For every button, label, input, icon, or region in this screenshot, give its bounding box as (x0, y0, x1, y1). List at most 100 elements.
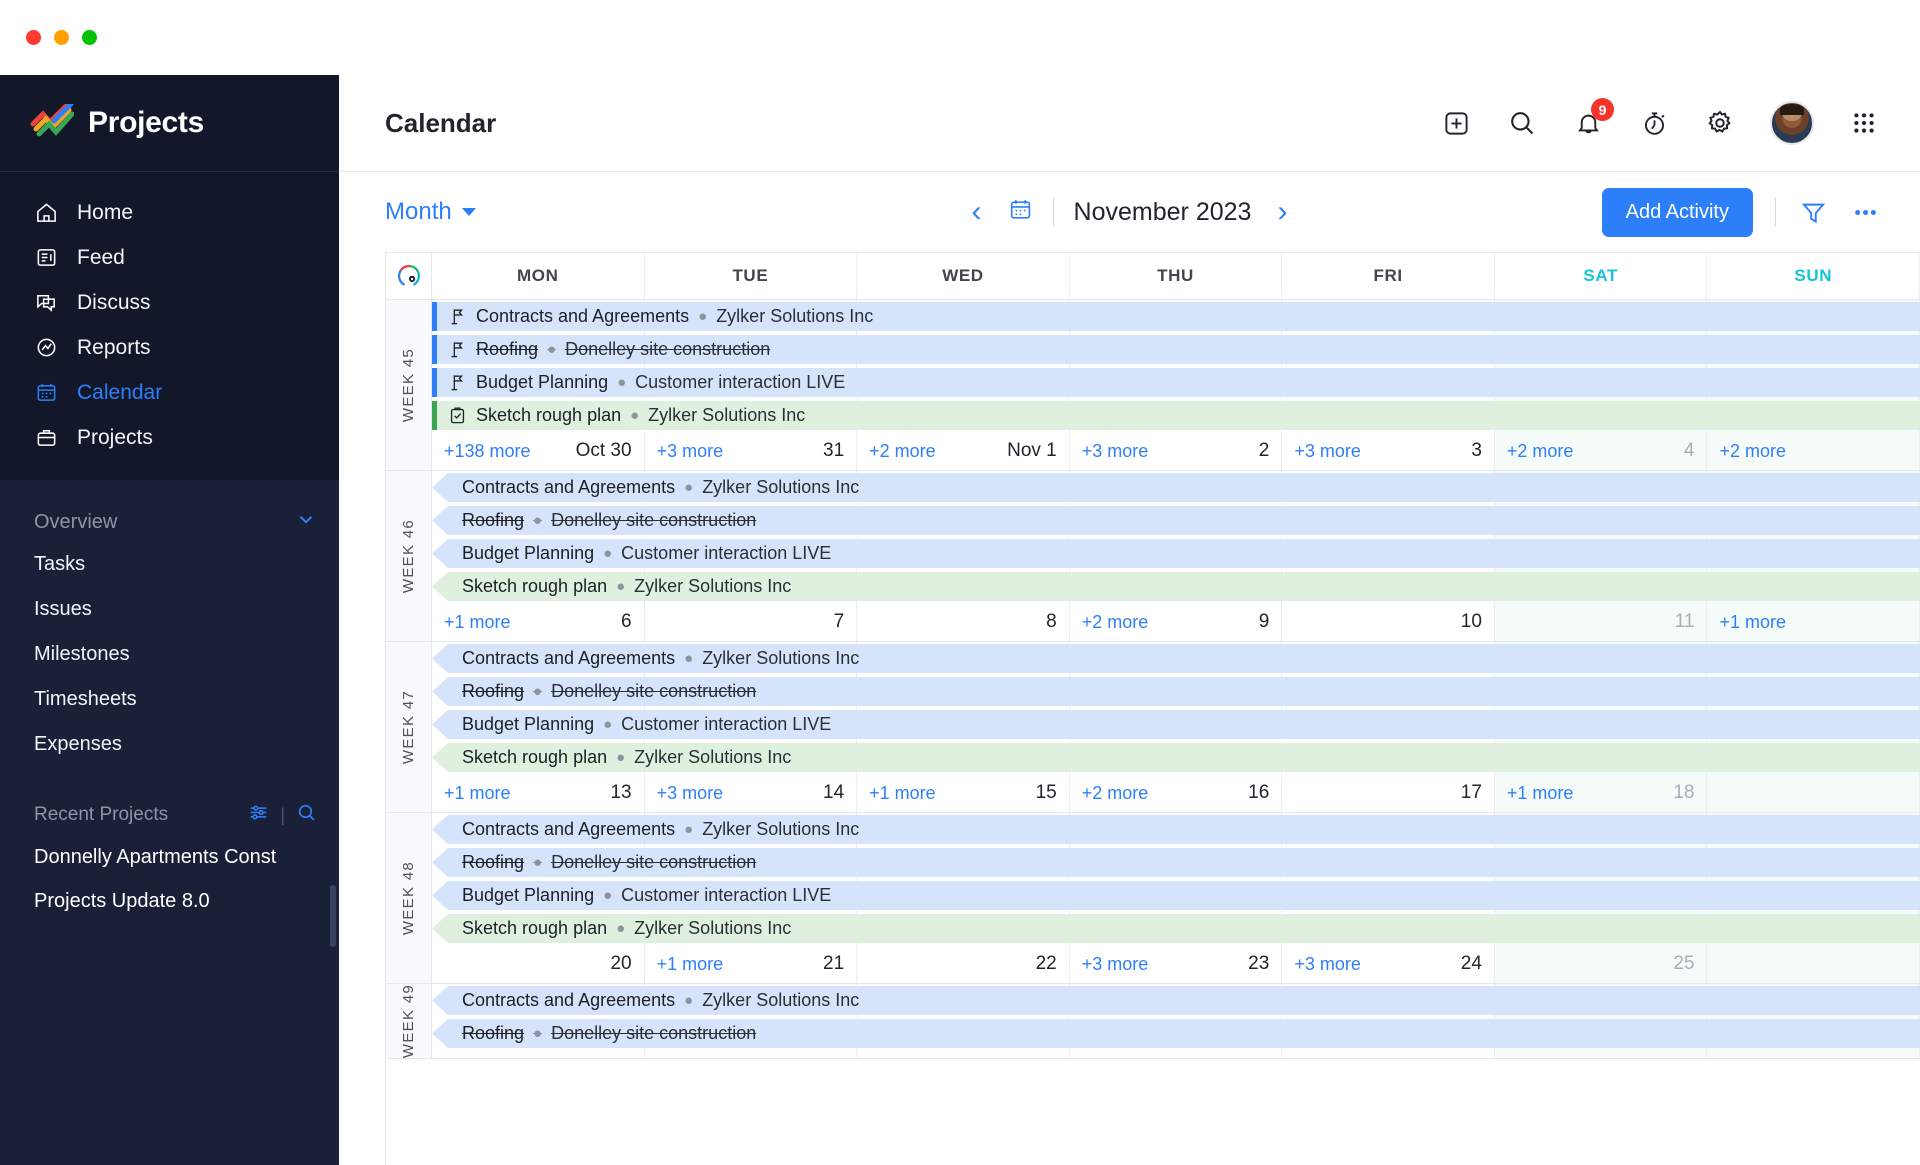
day-cell[interactable]: +3 more 3 (1282, 432, 1495, 470)
previous-period-button[interactable]: ‹ (966, 197, 988, 227)
more-events-link[interactable]: +138 more (444, 441, 531, 462)
recent-project-item[interactable]: Donnelly Apartments Const (0, 835, 339, 879)
day-cell[interactable]: +3 more 14 (645, 774, 858, 812)
filter-icon[interactable] (1798, 197, 1828, 227)
sidebar-item-projects[interactable]: Projects (0, 415, 339, 460)
day-cell[interactable]: +138 more Oct 30 (432, 432, 645, 470)
day-cell[interactable]: +2 more (1707, 432, 1920, 470)
sidebar-item-issues[interactable]: Issues (0, 587, 339, 632)
filter-settings-icon[interactable] (248, 802, 269, 829)
day-cell[interactable] (1707, 945, 1920, 983)
day-cell[interactable]: +1 more 18 (1494, 774, 1708, 812)
next-period-button[interactable]: › (1271, 197, 1293, 227)
sidebar-item-milestones[interactable]: Milestones (0, 632, 339, 677)
more-events-link[interactable]: +1 more (444, 612, 511, 633)
calendar-event-bar[interactable]: Contracts and Agreements ● Zylker Solution… (432, 302, 1920, 331)
day-cell[interactable] (1707, 774, 1920, 812)
more-events-link[interactable]: +3 more (1082, 954, 1149, 975)
more-events-link[interactable]: +3 more (1294, 954, 1361, 975)
sidebar-item-feed[interactable]: Feed (0, 235, 339, 280)
window-close-button[interactable] (26, 30, 41, 45)
settings-icon[interactable] (1704, 107, 1736, 139)
day-cell[interactable]: +2 more 4 (1494, 432, 1708, 470)
calendar-event-bar[interactable]: Contracts and Agreements ● Zylker Solution… (432, 986, 1920, 1015)
day-cell[interactable]: 10 (1282, 603, 1495, 641)
sidebar-scrollbar[interactable] (330, 885, 336, 947)
avatar[interactable] (1770, 101, 1814, 145)
calendar-event-bar[interactable]: Budget Planning ● Customer interaction LIV… (432, 539, 1920, 568)
more-events-link[interactable]: +1 more (869, 783, 936, 804)
calendar-event-bar[interactable]: Budget Planning ● Customer interaction LIV… (432, 881, 1920, 910)
more-events-link[interactable]: +1 more (1507, 783, 1574, 804)
sidebar-item-tasks[interactable]: Tasks (0, 542, 339, 587)
more-events-link[interactable]: +1 more (657, 954, 724, 975)
day-cell[interactable]: +1 more 6 (432, 603, 645, 641)
day-cell[interactable]: 8 (857, 603, 1070, 641)
day-cell[interactable]: 17 (1282, 774, 1495, 812)
calendar-event-bar[interactable]: Contracts and Agreements ● Zylker Solution… (432, 644, 1920, 673)
more-events-link[interactable]: +2 more (869, 441, 936, 462)
more-events-link[interactable]: +3 more (1082, 441, 1149, 462)
day-cell[interactable]: +1 more (1707, 603, 1920, 641)
window-minimize-button[interactable] (54, 30, 69, 45)
calendar-event-bar[interactable]: Sketch rough plan ● Zylker Solutions Inc (432, 743, 1920, 772)
day-cell[interactable]: 20 (432, 945, 645, 983)
more-events-link[interactable]: +2 more (1082, 783, 1149, 804)
calendar-event-bar[interactable]: Sketch rough plan ● Zylker Solutions Inc (432, 572, 1920, 601)
sidebar-item-calendar[interactable]: Calendar (0, 370, 339, 415)
day-cell[interactable]: +3 more 2 (1070, 432, 1283, 470)
day-cell[interactable]: +3 more 31 (645, 432, 858, 470)
calendar-event-bar[interactable]: Roofing ● Donelley site construction (432, 1019, 1920, 1048)
day-cell[interactable]: 22 (857, 945, 1070, 983)
calendar-event-bar[interactable]: Roofing ● Donelley site construction (432, 848, 1920, 877)
sidebar-item-discuss[interactable]: Discuss (0, 280, 339, 325)
calendar-event-bar[interactable]: Sketch rough plan ● Zylker Solutions Inc (432, 401, 1920, 430)
calendar-event-bar[interactable]: Sketch rough plan ● Zylker Solutions Inc (432, 914, 1920, 943)
day-cell[interactable]: +1 more 13 (432, 774, 645, 812)
sidebar-item-home[interactable]: Home (0, 190, 339, 235)
more-events-link[interactable]: +2 more (1719, 441, 1786, 462)
day-cell[interactable]: +2 more 9 (1070, 603, 1283, 641)
add-activity-button[interactable]: Add Activity (1601, 187, 1753, 237)
sidebar-item-reports[interactable]: Reports (0, 325, 339, 370)
apps-grid-icon[interactable] (1848, 107, 1880, 139)
day-cell[interactable]: 25 (1494, 945, 1708, 983)
day-cell[interactable]: +2 more Nov 1 (857, 432, 1070, 470)
more-events-link[interactable]: +1 more (1719, 612, 1786, 633)
timer-icon[interactable] (1638, 107, 1670, 139)
more-events-link[interactable]: +3 more (657, 441, 724, 462)
day-cell[interactable]: +3 more 23 (1070, 945, 1283, 983)
calendar-event-bar[interactable]: Roofing ● Donelley site construction (432, 335, 1920, 364)
calendar-event-bar[interactable]: Contracts and Agreements ● Zylker Solution… (432, 473, 1920, 502)
calendar-picker-icon[interactable] (1008, 197, 1033, 227)
day-cell[interactable]: +1 more 15 (857, 774, 1070, 812)
more-options-icon[interactable] (1850, 197, 1880, 227)
day-cell[interactable]: +1 more 21 (645, 945, 858, 983)
calendar-event-bar[interactable]: Budget Planning ● Customer interaction LIV… (432, 710, 1920, 739)
more-events-link[interactable]: +1 more (444, 783, 511, 804)
recent-project-item[interactable]: Projects Update 8.0 (0, 879, 339, 923)
brand-block[interactable]: Projects (0, 75, 339, 172)
day-cell[interactable]: +2 more 16 (1070, 774, 1283, 812)
calendar-settings-icon[interactable] (386, 253, 432, 299)
day-cell[interactable]: +3 more 24 (1282, 945, 1495, 983)
day-cell[interactable]: 11 (1494, 603, 1708, 641)
more-events-link[interactable]: +2 more (1082, 612, 1149, 633)
calendar-event-bar[interactable]: Roofing ● Donelley site construction (432, 506, 1920, 535)
calendar-event-bar[interactable]: Contracts and Agreements ● Zylker Solution… (432, 815, 1920, 844)
recent-search-icon[interactable] (296, 802, 317, 829)
sidebar-item-timesheets[interactable]: Timesheets (0, 677, 339, 722)
overview-section-header[interactable]: Overview (0, 502, 339, 542)
more-events-link[interactable]: +3 more (657, 783, 724, 804)
calendar-event-bar[interactable]: Budget Planning ● Customer interaction LIV… (432, 368, 1920, 397)
sidebar-item-expenses[interactable]: Expenses (0, 722, 339, 767)
search-icon[interactable] (1506, 107, 1538, 139)
view-mode-dropdown[interactable]: Month (385, 198, 476, 226)
notifications-icon[interactable]: 9 (1572, 98, 1614, 139)
more-events-link[interactable]: +3 more (1294, 441, 1361, 462)
calendar-event-bar[interactable]: Roofing ● Donelley site construction (432, 677, 1920, 706)
chevron-down-icon[interactable] (295, 508, 317, 536)
more-events-link[interactable]: +2 more (1507, 441, 1574, 462)
day-cell[interactable]: 7 (645, 603, 858, 641)
window-maximize-button[interactable] (82, 30, 97, 45)
